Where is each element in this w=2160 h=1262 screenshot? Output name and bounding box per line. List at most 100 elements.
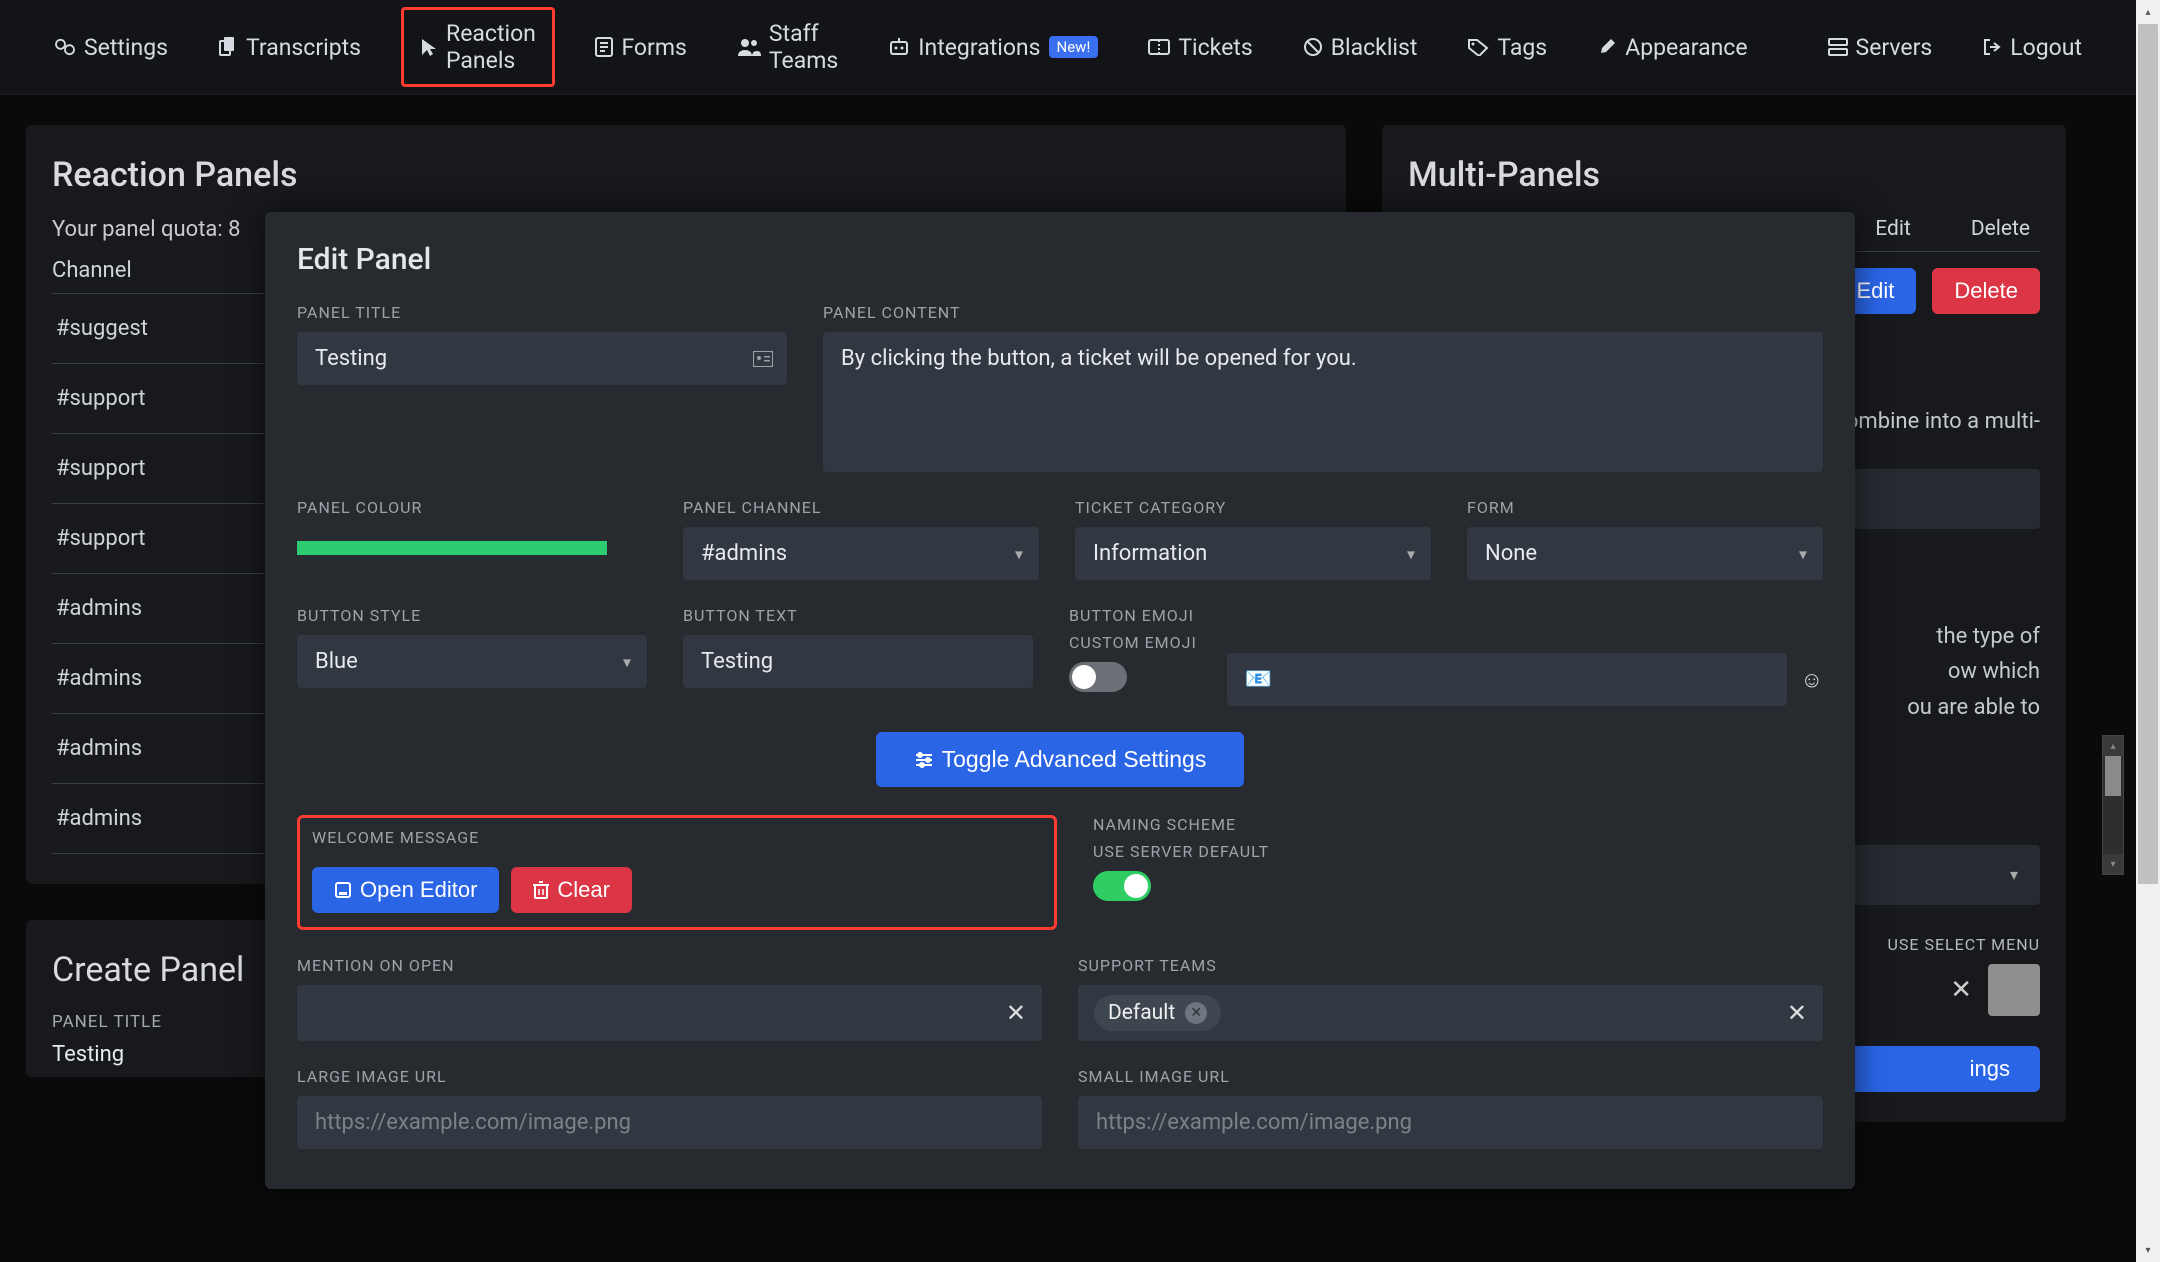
remove-tag-icon[interactable]: ✕ — [1185, 1002, 1207, 1024]
multi-col-delete: Delete — [1971, 217, 2030, 241]
welcome-message-label: WELCOME MESSAGE — [312, 828, 1042, 847]
select-menu-box[interactable] — [1988, 964, 2040, 1016]
support-teams-label: SUPPORT TEAMS — [1078, 956, 1823, 975]
tags-icon — [1467, 38, 1489, 56]
nav-settings-label: Settings — [84, 34, 168, 61]
logout-icon — [1982, 38, 2002, 56]
toggle-advanced-label: Toggle Advanced Settings — [942, 746, 1207, 773]
edit-panel-modal: Edit Panel PANEL TITLE PANEL CONTENT By … — [265, 212, 1855, 1189]
editor-icon — [334, 881, 352, 899]
multi-delete-button[interactable]: Delete — [1932, 268, 2040, 314]
ban-icon — [1303, 37, 1323, 57]
ticket-category-label: TICKET CATEGORY — [1075, 498, 1431, 517]
brush-icon — [1597, 37, 1617, 57]
emoji-picker-icon[interactable]: ☺ — [1801, 667, 1823, 693]
multi-col-edit: Edit — [1875, 217, 1911, 241]
top-nav: Settings Transcripts Reaction Panels For… — [0, 0, 2136, 95]
nav-servers-label: Servers — [1856, 34, 1933, 61]
form-select[interactable]: None — [1467, 527, 1823, 580]
open-editor-button[interactable]: Open Editor — [312, 867, 499, 913]
clear-label: Clear — [557, 877, 610, 903]
nav-tags[interactable]: Tags — [1457, 28, 1557, 67]
reaction-panels-title: Reaction Panels — [52, 155, 1320, 195]
nav-reaction-panels-label: Reaction Panels — [446, 20, 536, 74]
use-server-default-toggle[interactable] — [1093, 871, 1151, 901]
nav-blacklist[interactable]: Blacklist — [1293, 28, 1428, 67]
teams-clear-icon[interactable]: ✕ — [1787, 999, 1807, 1027]
nav-tags-label: Tags — [1497, 34, 1547, 61]
button-style-label: BUTTON STYLE — [297, 606, 647, 625]
custom-emoji-label: CUSTOM EMOJI — [1069, 633, 1197, 652]
panel-title-label: PANEL TITLE — [297, 303, 787, 322]
id-card-icon — [753, 351, 773, 367]
new-badge: New! — [1049, 36, 1099, 58]
large-image-input[interactable] — [297, 1096, 1042, 1149]
modal-title: Edit Panel — [297, 242, 1823, 277]
nav-appearance[interactable]: Appearance — [1587, 28, 1757, 67]
inner-scroll-thumb[interactable] — [2105, 756, 2121, 796]
panel-content-label: PANEL CONTENT — [823, 303, 1823, 322]
support-teams-input[interactable]: Default ✕ ✕ — [1078, 985, 1823, 1041]
nav-logout-label: Logout — [2010, 34, 2082, 61]
use-server-default-label: USE SERVER DEFAULT — [1093, 842, 1823, 861]
button-emoji-label: BUTTON EMOJI — [1069, 606, 1823, 625]
toggle-advanced-button[interactable]: Toggle Advanced Settings — [876, 732, 1245, 787]
browser-scrollbar[interactable]: ▴ ▾ — [2136, 0, 2160, 1262]
ticket-icon — [1148, 39, 1170, 55]
inner-scroll-up-icon[interactable]: ▴ — [2103, 736, 2123, 756]
nav-staff-teams-label: Staff Teams — [769, 20, 838, 74]
open-editor-label: Open Editor — [360, 877, 477, 903]
nav-tickets-label: Tickets — [1178, 34, 1252, 61]
panel-colour-swatch[interactable] — [297, 541, 607, 555]
scroll-down-arrow-icon[interactable]: ▾ — [2136, 1238, 2160, 1262]
inner-scrollbar[interactable]: ▴ ▾ — [2102, 735, 2124, 875]
mention-on-open-label: MENTION ON OPEN — [297, 956, 1042, 975]
mention-on-open-input[interactable]: ✕ — [297, 985, 1042, 1041]
scroll-up-arrow-icon[interactable]: ▴ — [2136, 0, 2160, 24]
small-image-input[interactable] — [1078, 1096, 1823, 1149]
cursor-icon — [420, 37, 438, 57]
scrollbar-thumb[interactable] — [2138, 24, 2158, 884]
nav-reaction-panels[interactable]: Reaction Panels — [401, 7, 555, 87]
nav-integrations-label: Integrations — [918, 34, 1040, 61]
copy-icon — [218, 37, 238, 57]
support-team-tag-label: Default — [1108, 1001, 1175, 1025]
emoji-input[interactable] — [1227, 653, 1787, 706]
clear-button[interactable]: Clear — [511, 867, 632, 913]
multi-panels-title: Multi-Panels — [1408, 155, 2040, 195]
nav-forms-label: Forms — [621, 34, 686, 61]
nav-transcripts[interactable]: Transcripts — [208, 28, 371, 67]
panel-colour-label: PANEL COLOUR — [297, 498, 647, 517]
naming-scheme-label: NAMING SCHEME — [1093, 815, 1823, 834]
nav-tickets[interactable]: Tickets — [1138, 28, 1262, 67]
large-image-label: LARGE IMAGE URL — [297, 1067, 1042, 1086]
mention-clear-icon[interactable]: ✕ — [1006, 999, 1026, 1027]
nav-integrations[interactable]: Integrations New! — [878, 28, 1108, 67]
panel-channel-label: PANEL CHANNEL — [683, 498, 1039, 517]
nav-transcripts-label: Transcripts — [246, 34, 361, 61]
custom-emoji-toggle[interactable] — [1069, 662, 1127, 692]
panel-title-input[interactable] — [297, 332, 787, 385]
panel-channel-select[interactable]: #admins — [683, 527, 1039, 580]
support-team-tag[interactable]: Default ✕ — [1094, 995, 1221, 1031]
button-text-input[interactable] — [683, 635, 1033, 688]
nav-servers[interactable]: Servers — [1818, 28, 1943, 67]
nav-settings[interactable]: Settings — [44, 28, 178, 67]
server-icon — [1828, 38, 1848, 56]
users-icon — [737, 38, 761, 56]
nav-forms[interactable]: Forms — [585, 28, 696, 67]
button-style-select[interactable]: Blue — [297, 635, 647, 688]
small-image-label: SMALL IMAGE URL — [1078, 1067, 1823, 1086]
gears-icon — [54, 38, 76, 56]
panel-content-textarea[interactable]: By clicking the button, a ticket will be… — [823, 332, 1823, 472]
form-label: FORM — [1467, 498, 1823, 517]
robot-icon — [888, 38, 910, 56]
clear-icon[interactable]: ✕ — [1950, 975, 1972, 1005]
inner-scroll-down-icon[interactable]: ▾ — [2103, 854, 2123, 874]
nav-staff-teams[interactable]: Staff Teams — [727, 14, 848, 80]
sliders-icon — [914, 751, 934, 769]
button-text-label: BUTTON TEXT — [683, 606, 1033, 625]
ticket-category-select[interactable]: Information — [1075, 527, 1431, 580]
nav-logout[interactable]: Logout — [1972, 28, 2092, 67]
nav-appearance-label: Appearance — [1625, 34, 1747, 61]
